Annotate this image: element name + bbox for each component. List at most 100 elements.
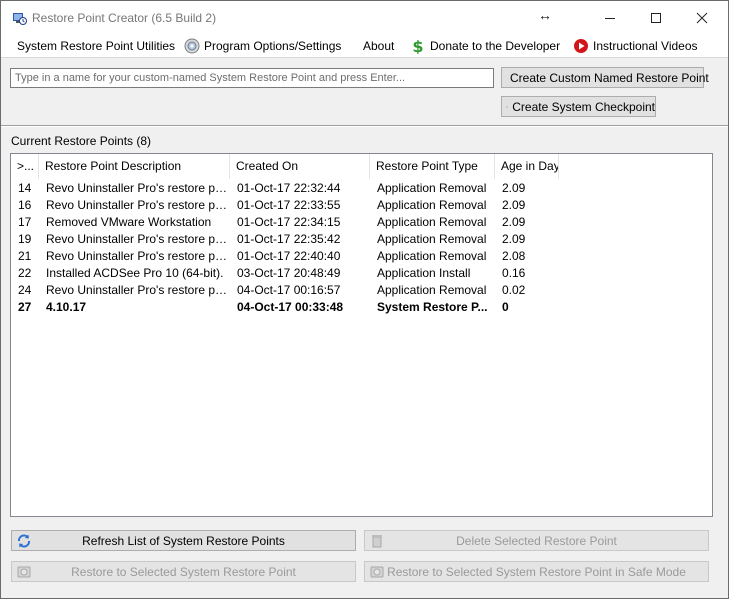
window-title: Restore Point Creator (6.5 Build 2) <box>32 11 217 25</box>
cell-id: 17 <box>18 215 32 229</box>
resize-arrows-icon: ↔ <box>538 7 552 23</box>
cell-id: 24 <box>18 283 32 297</box>
section-separator <box>1 125 728 127</box>
menu-program-options[interactable]: Program Options/Settings <box>184 35 341 57</box>
menu-divider <box>1 57 728 58</box>
cell-type: Application Removal <box>377 198 487 212</box>
cell-age: 2.08 <box>502 249 526 263</box>
cell-id: 19 <box>18 232 32 246</box>
list-header: >... Restore Point Description Created O… <box>11 154 712 179</box>
restore-disk-icon <box>370 566 384 578</box>
close-button[interactable] <box>679 1 725 35</box>
cell-age: 2.09 <box>502 215 526 229</box>
cell-created-on: 04-Oct-17 00:33:48 <box>237 300 344 314</box>
cell-id: 21 <box>18 249 32 263</box>
title-bar[interactable]: Restore Point Creator (6.5 Build 2) ↔ <box>1 1 728 35</box>
cell-description: Installed ACDSee Pro 10 (64-bit). <box>46 266 224 280</box>
button-label: Restore to Selected System Restore Point… <box>387 564 686 579</box>
restore-disk-icon <box>506 105 509 108</box>
cell-description: Revo Uninstaller Pro's restore point ... <box>46 232 230 246</box>
refresh-list-button[interactable]: Refresh List of System Restore Points <box>11 530 356 551</box>
maximize-icon <box>651 13 661 23</box>
dollar-icon: $ <box>412 38 423 54</box>
cell-age: 2.09 <box>502 181 526 195</box>
cell-age: 0.16 <box>502 266 526 280</box>
cell-created-on: 03-Oct-17 20:48:49 <box>237 266 341 280</box>
table-row[interactable]: 16 Revo Uninstaller Pro's restore point .… <box>11 197 712 214</box>
cell-type: Application Removal <box>377 232 487 246</box>
menu-donate[interactable]: $ Donate to the Developer <box>410 35 560 57</box>
cell-type: Application Removal <box>377 215 487 229</box>
cell-type: Application Install <box>377 266 471 280</box>
menu-label: About <box>363 39 395 53</box>
column-header-created-on[interactable]: Created On <box>230 154 370 179</box>
svg-text:$: $ <box>412 38 423 54</box>
cell-age: 0.02 <box>502 283 526 297</box>
cell-type: System Restore P... <box>377 300 488 314</box>
create-custom-restore-point-button[interactable]: Create Custom Named Restore Point <box>501 67 709 88</box>
restore-point-name-input[interactable] <box>10 68 494 88</box>
column-header-type[interactable]: Restore Point Type <box>370 154 495 179</box>
app-window: Restore Point Creator (6.5 Build 2) ↔ Sy… <box>0 0 729 599</box>
button-label: Create System Checkpoint <box>512 99 655 114</box>
cell-description: 4.10.17 <box>46 300 87 314</box>
refresh-icon <box>18 534 30 548</box>
cell-created-on: 01-Oct-17 22:40:40 <box>237 249 341 263</box>
table-row[interactable]: 24 Revo Uninstaller Pro's restore point .… <box>11 282 712 299</box>
restore-safe-mode-button[interactable]: Restore to Selected System Restore Point… <box>364 561 709 582</box>
column-header-age[interactable]: Age in Days <box>495 154 559 179</box>
column-header-description[interactable]: Restore Point Description <box>39 154 230 179</box>
cell-created-on: 01-Oct-17 22:34:15 <box>237 215 341 229</box>
close-icon <box>696 12 708 24</box>
trash-icon <box>372 535 382 548</box>
column-header-id[interactable]: >... <box>11 154 39 179</box>
button-label: Refresh List of System Restore Points <box>82 533 285 548</box>
menu-label: Instructional Videos <box>593 39 698 53</box>
cell-description: Removed VMware Workstation <box>46 215 212 229</box>
restore-selected-button[interactable]: Restore to Selected System Restore Point <box>11 561 356 582</box>
create-system-checkpoint-button[interactable]: Create System Checkpoint <box>501 96 656 117</box>
minimize-button[interactable] <box>587 1 633 35</box>
menu-about[interactable]: About <box>363 35 394 57</box>
settings-disc-icon <box>184 38 200 54</box>
play-icon <box>574 39 588 53</box>
cell-type: Application Removal <box>377 283 487 297</box>
cell-created-on: 01-Oct-17 22:32:44 <box>237 181 341 195</box>
cell-age: 0 <box>502 300 509 314</box>
menu-label: System Restore Point Utilities <box>17 39 176 53</box>
cell-created-on: 01-Oct-17 22:35:42 <box>237 232 341 246</box>
cell-type: Application Removal <box>377 181 487 195</box>
cell-id: 27 <box>18 300 32 314</box>
cell-created-on: 01-Oct-17 22:33:55 <box>237 198 341 212</box>
table-row[interactable]: 27 4.10.17 04-Oct-17 00:33:48 System Restor… <box>11 299 712 316</box>
menu-restore-point-utilities[interactable]: System Restore Point Utilities <box>17 35 175 57</box>
menu-instructional-videos[interactable]: Instructional Videos <box>573 35 698 57</box>
button-label: Create Custom Named Restore Point <box>510 70 709 85</box>
cell-description: Revo Uninstaller Pro's restore point ... <box>46 283 230 297</box>
table-row[interactable]: 19 Revo Uninstaller Pro's restore point .… <box>11 231 712 248</box>
cell-type: Application Removal <box>377 249 487 263</box>
menu-label: Donate to the Developer <box>430 39 561 53</box>
list-rows: 14 Revo Uninstaller Pro's restore point .… <box>11 180 712 316</box>
table-row[interactable]: 22 Installed ACDSee Pro 10 (64-bit). 03-Oc… <box>11 265 712 282</box>
cell-description: Revo Uninstaller Pro's restore point ... <box>46 249 230 263</box>
table-row[interactable]: 14 Revo Uninstaller Pro's restore point .… <box>11 180 712 197</box>
cell-created-on: 04-Oct-17 00:16:57 <box>237 283 341 297</box>
cell-description: Revo Uninstaller Pro's restore point ... <box>46 198 230 212</box>
button-label: Restore to Selected System Restore Point <box>71 564 296 579</box>
cell-description: Revo Uninstaller Pro's restore point ... <box>46 181 230 195</box>
table-row[interactable]: 17 Removed VMware Workstation 01-Oct-17 22… <box>11 214 712 231</box>
restore-points-group-label: Current Restore Points (8) <box>11 134 152 148</box>
delete-restore-point-button[interactable]: Delete Selected Restore Point <box>364 530 709 551</box>
menu-bar: System Restore Point Utilities Program O… <box>1 35 728 57</box>
menu-label: Program Options/Settings <box>204 39 342 53</box>
button-label: Delete Selected Restore Point <box>456 533 617 548</box>
restore-disk-icon <box>17 566 31 578</box>
table-row[interactable]: 21 Revo Uninstaller Pro's restore point .… <box>11 248 712 265</box>
cell-id: 22 <box>18 266 32 280</box>
restore-points-list[interactable]: >... Restore Point Description Created O… <box>10 153 713 517</box>
restore-app-icon <box>13 13 27 25</box>
minimize-icon <box>605 18 615 19</box>
maximize-button[interactable] <box>633 1 679 35</box>
cell-id: 16 <box>18 198 32 212</box>
